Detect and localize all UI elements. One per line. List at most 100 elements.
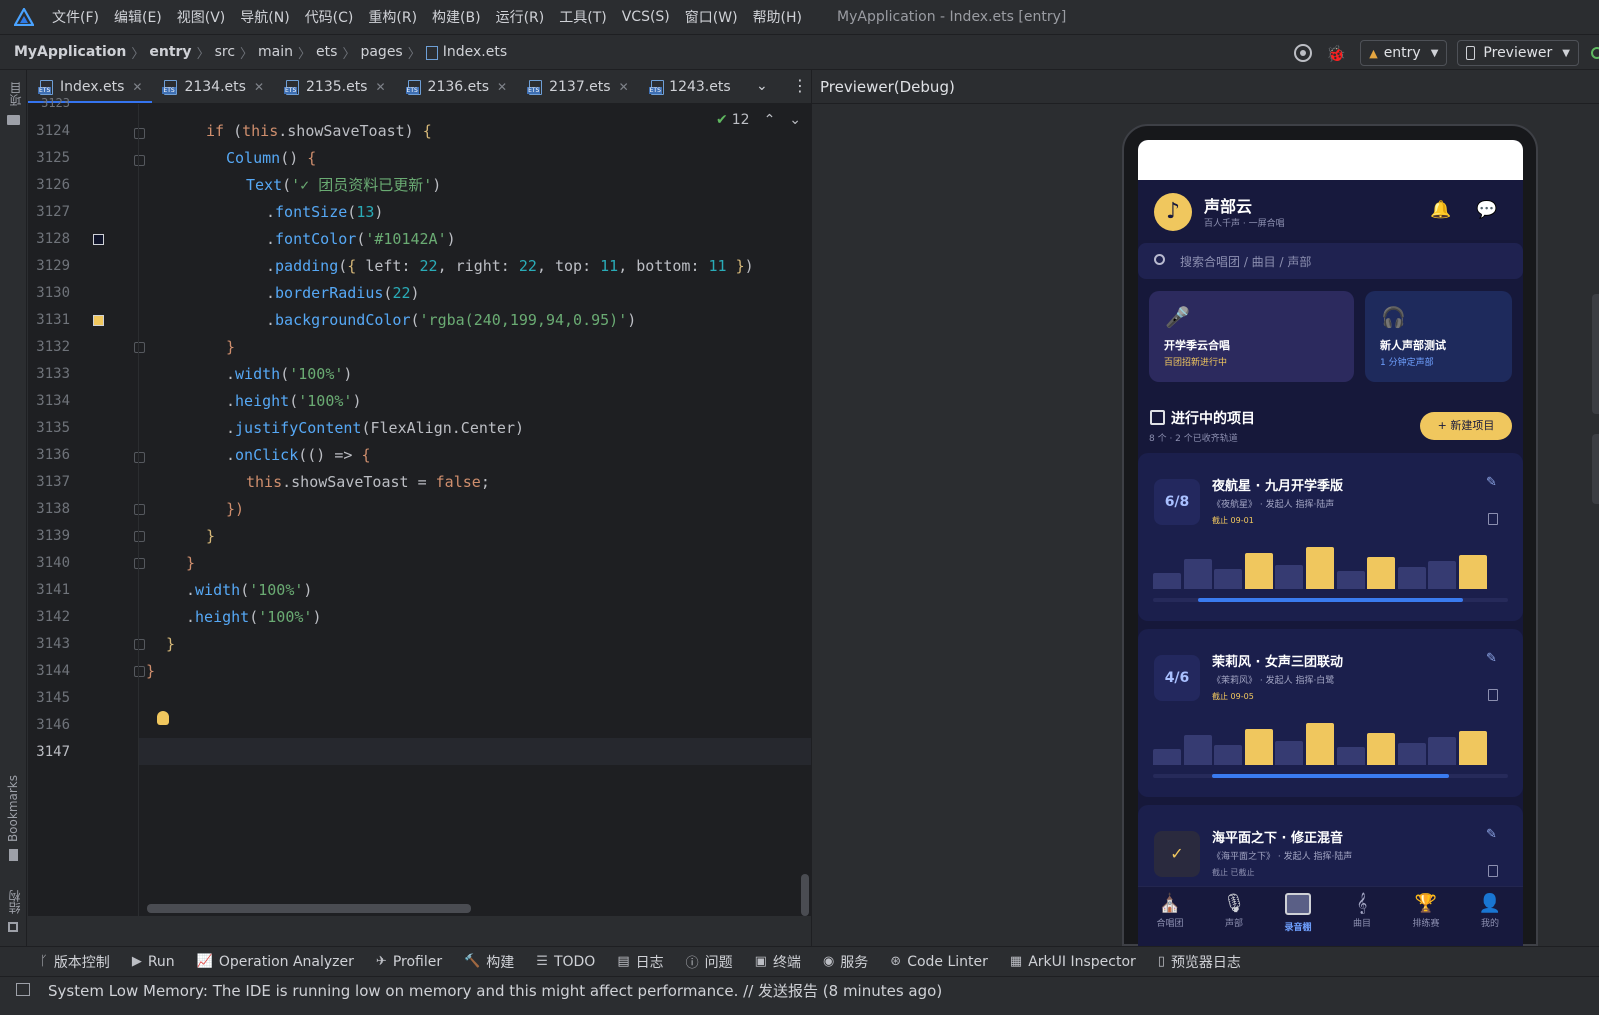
- vertical-scrollbar[interactable]: [801, 874, 809, 916]
- tool-log[interactable]: ▤ 日志: [617, 952, 663, 972]
- tool-problems[interactable]: ⓘ 问题: [686, 952, 733, 972]
- breadcrumb-project[interactable]: MyApplication: [14, 44, 126, 60]
- tool-terminal[interactable]: ▣ 终端: [755, 952, 801, 972]
- tool-services[interactable]: ◉ 服务: [823, 952, 868, 972]
- lightbulb-icon[interactable]: [157, 711, 169, 725]
- menu-window[interactable]: 窗口(W): [685, 7, 738, 27]
- tab-1243-ets[interactable]: 1243.ets: [639, 70, 731, 103]
- trash-icon[interactable]: [1488, 865, 1498, 877]
- project-card[interactable]: 6/8 夜航星 · 九月开学季版 《夜航星》 · 发起人 指挥·陆声 截止 09…: [1138, 453, 1523, 621]
- waveform: [1153, 717, 1493, 765]
- menu-refactor[interactable]: 重构(R): [368, 7, 417, 27]
- color-swatch[interactable]: [93, 315, 104, 326]
- inspection-count: 12: [731, 112, 750, 128]
- search-bar[interactable]: 搜索合唱团 / 曲目 / 声部: [1138, 243, 1523, 279]
- code-area[interactable]: if (this.showSaveToast) { Column() { Tex…: [138, 104, 811, 916]
- tabs-overflow-chevron-icon[interactable]: ⌄: [756, 78, 768, 94]
- project-tool-button[interactable]: 项目: [7, 82, 24, 106]
- breadcrumb-pages[interactable]: pages: [360, 44, 402, 60]
- previewer-right-handle[interactable]: [1592, 434, 1599, 504]
- tool-vcs[interactable]: ᚴ 版本控制: [40, 952, 110, 972]
- tool-arkui-inspector[interactable]: ▦ ArkUI Inspector: [1010, 954, 1136, 970]
- menu-view[interactable]: 视图(V): [177, 7, 226, 27]
- project-card[interactable]: 4/6 茉莉风 · 女声三团联动 《茉莉风》 · 发起人 指挥·白鹭 截止 09…: [1138, 629, 1523, 797]
- tab-2136-ets[interactable]: 2136.ets ✕: [396, 70, 518, 103]
- banner-card[interactable]: 🎤 开学季云合唱 百团招新进行中: [1149, 291, 1354, 382]
- chevron-up-icon[interactable]: ⌃: [764, 112, 776, 128]
- breadcrumb-src[interactable]: src: [215, 44, 235, 60]
- menu-navigate[interactable]: 导航(N): [240, 7, 289, 27]
- device-dropdown[interactable]: Previewer ▼: [1457, 40, 1579, 66]
- tab-voice[interactable]: 🎙 声部: [1202, 893, 1266, 929]
- bell-icon[interactable]: 🔔: [1430, 200, 1451, 220]
- tool-build[interactable]: 🔨 构建: [464, 952, 514, 972]
- breadcrumb-file[interactable]: Index.ets: [443, 44, 507, 60]
- tabs-more-icon[interactable]: ⋮: [792, 76, 808, 95]
- tool-operation-analyzer[interactable]: 📈 Operation Analyzer: [197, 954, 354, 970]
- menu-run[interactable]: 运行(R): [496, 7, 545, 27]
- menu-vcs[interactable]: VCS(S): [622, 9, 670, 25]
- code-line: .height('100%'): [186, 608, 322, 626]
- breadcrumb-main[interactable]: main: [258, 44, 293, 60]
- linter-icon: ⊛: [890, 954, 902, 969]
- tab-2137-ets[interactable]: 2137.ets ✕: [517, 70, 639, 103]
- previewer-right-handle[interactable]: [1592, 294, 1599, 414]
- edit-icon[interactable]: ✎: [1486, 827, 1497, 842]
- menu-file[interactable]: 文件(F): [52, 7, 99, 27]
- horizontal-scrollbar[interactable]: [147, 904, 471, 913]
- target-icon[interactable]: [1294, 44, 1313, 62]
- tab-me[interactable]: 👤 我的: [1458, 893, 1522, 929]
- menu-code[interactable]: 代码(C): [305, 7, 354, 27]
- bug-icon[interactable]: 🐞: [1326, 44, 1346, 63]
- status-bar: System Low Memory: The IDE is running lo…: [0, 976, 1599, 1015]
- code-line: .height('100%'): [226, 392, 362, 410]
- progress-fill: [1212, 774, 1449, 778]
- trash-icon[interactable]: [1488, 513, 1498, 525]
- edit-icon[interactable]: ✎: [1486, 651, 1497, 666]
- tool-todo[interactable]: ☰ TODO: [536, 954, 595, 970]
- device-screen[interactable]: ♪ 声部云 百人千声 · 一屏合唱 🔔 💬 搜索合唱团 / 曲目 / 声部 🎤 …: [1138, 140, 1523, 946]
- tool-profiler[interactable]: ✈ Profiler: [376, 954, 442, 970]
- file-icon: [425, 46, 438, 60]
- tab-choir[interactable]: ⛪ 合唱团: [1138, 893, 1202, 929]
- inspection-widget[interactable]: ✔ 12 ⌃ ⌄: [716, 112, 801, 128]
- close-icon[interactable]: ✕: [619, 80, 629, 94]
- breadcrumb-module[interactable]: entry: [149, 44, 191, 60]
- tab-2135-ets[interactable]: 2135.ets ✕: [274, 70, 396, 103]
- close-icon[interactable]: ✕: [497, 80, 507, 94]
- status-panel-icon[interactable]: [16, 983, 30, 996]
- line-number: 3130: [36, 285, 70, 301]
- bookmarks-tool-button[interactable]: Bookmarks: [6, 775, 20, 842]
- project-title: 夜航星 · 九月开学季版: [1212, 479, 1343, 494]
- tab-studio[interactable]: 录音棚: [1266, 893, 1330, 933]
- tool-run[interactable]: ▶ Run: [132, 954, 175, 970]
- close-icon[interactable]: ✕: [375, 80, 385, 94]
- close-icon[interactable]: ✕: [254, 80, 264, 94]
- tool-previewer-log[interactable]: ▯ 预览器日志: [1158, 952, 1241, 972]
- tab-2134-ets[interactable]: 2134.ets ✕: [152, 70, 274, 103]
- code-editor[interactable]: 3123 3124 3125 3126 3127 3128 3129 3130 …: [28, 96, 811, 916]
- tab-repertoire[interactable]: 𝄞 曲目: [1330, 893, 1394, 929]
- structure-tool-button[interactable]: 结构: [6, 890, 23, 914]
- menu-help[interactable]: 帮助(H): [753, 7, 802, 27]
- edit-icon[interactable]: ✎: [1486, 475, 1497, 490]
- tool-code-linter[interactable]: ⊛ Code Linter: [890, 954, 988, 970]
- chat-icon[interactable]: 💬: [1476, 200, 1497, 220]
- trash-icon[interactable]: [1488, 689, 1498, 701]
- status-message[interactable]: System Low Memory: The IDE is running lo…: [48, 982, 942, 1000]
- breadcrumb-ets[interactable]: ets: [316, 44, 337, 60]
- menu-edit[interactable]: 编辑(E): [114, 7, 162, 27]
- banner-card[interactable]: 🎧 新人声部测试 1 分钟定声部: [1365, 291, 1512, 382]
- app-logo-icon: ♪: [1154, 193, 1192, 231]
- tab-competition[interactable]: 🏆 排练赛: [1394, 893, 1458, 929]
- module-dropdown[interactable]: ▲ entry ▼: [1360, 40, 1448, 66]
- search-input[interactable]: 搜索合唱团 / 曲目 / 声部: [1180, 253, 1311, 270]
- close-icon[interactable]: ✕: [132, 80, 142, 94]
- menu-tools[interactable]: 工具(T): [559, 7, 606, 27]
- chevron-down-icon[interactable]: ⌄: [789, 112, 801, 128]
- menu-build[interactable]: 构建(B): [432, 7, 481, 27]
- tab-label: 1243.ets: [669, 78, 731, 95]
- new-project-button[interactable]: + 新建项目: [1420, 412, 1512, 440]
- color-swatch[interactable]: [93, 234, 104, 245]
- code-line: }: [146, 662, 156, 680]
